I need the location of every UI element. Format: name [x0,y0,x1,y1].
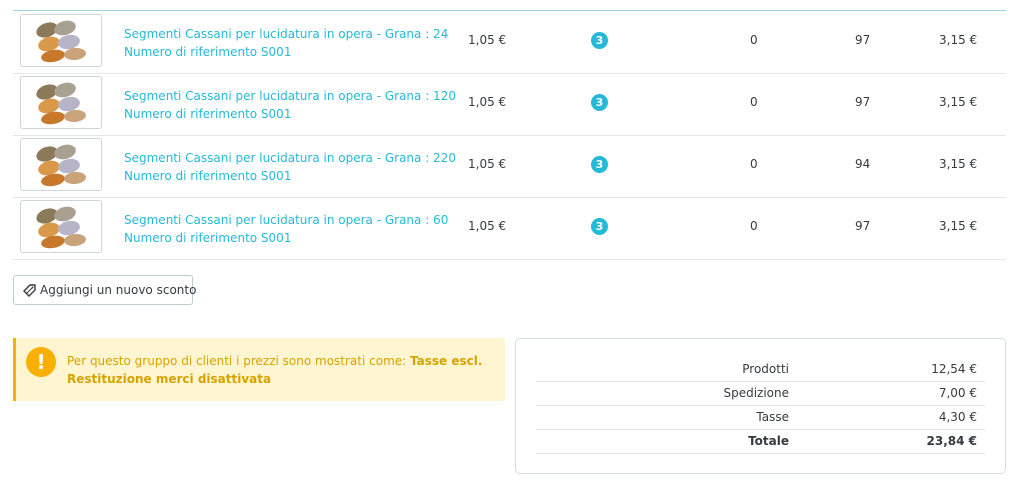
product-name-link[interactable]: Segmenti Cassani per lucidatura in opera… [124,149,456,185]
taxes-label: Tasse [756,410,789,424]
available-stock: 97 [855,219,871,233]
product-reference[interactable]: Numero di riferimento S001 [124,167,454,185]
table-row: Segmenti Cassani per lucidatura in opera… [13,11,1006,74]
product-image [36,82,86,125]
add-discount-button[interactable]: Aggiungi un nuovo sconto [13,275,197,305]
order-summary-panel: Prodotti 12,54 € Spedizione 7,00 € Tasse… [515,338,1006,474]
product-name-link[interactable]: Segmenti Cassani per lucidatura in opera… [124,25,454,61]
product-name-link[interactable]: Segmenti Cassani per lucidatura in opera… [124,211,454,247]
returned-quantity: 0 [750,157,758,171]
unit-price: 1,05 € [468,95,507,109]
products-value: 12,54 € [931,362,977,376]
row-total: 3,15 € [939,33,978,47]
product-thumbnail[interactable] [20,76,102,129]
product-name[interactable]: Segmenti Cassani per lucidatura in opera… [124,149,456,167]
quantity-badge: 3 [591,94,608,111]
product-thumbnail[interactable] [20,138,102,191]
row-total: 3,15 € [939,157,978,171]
returned-quantity: 0 [750,33,758,47]
table-row: Segmenti Cassani per lucidatura in opera… [13,73,1006,136]
product-thumbnail[interactable] [20,14,102,67]
table-row: Segmenti Cassani per lucidatura in opera… [13,197,1006,260]
unit-price: 1,05 € [468,219,507,233]
product-reference[interactable]: Numero di riferimento S001 [124,43,454,61]
tag-icon [23,284,36,297]
product-reference[interactable]: Numero di riferimento S001 [124,105,454,123]
summary-row-taxes: Tasse 4,30 € [536,405,985,430]
total-value: 23,84 € [926,434,977,448]
quantity-badge: 3 [591,156,608,173]
available-stock: 97 [855,95,871,109]
row-total: 3,15 € [939,95,978,109]
summary-row-products: Prodotti 12,54 € [536,357,985,382]
returned-quantity: 0 [750,219,758,233]
product-image [36,20,86,63]
product-name-link[interactable]: Segmenti Cassani per lucidatura in opera… [124,87,456,123]
warning-icon: ! [26,347,56,377]
product-reference[interactable]: Numero di riferimento S001 [124,229,454,247]
alert-text-prefix: Per questo gruppo di clienti i prezzi so… [67,354,410,368]
product-name[interactable]: Segmenti Cassani per lucidatura in opera… [124,25,454,43]
shipping-value: 7,00 € [938,386,977,400]
product-image [36,206,86,249]
product-thumbnail[interactable] [20,200,102,253]
product-name[interactable]: Segmenti Cassani per lucidatura in opera… [124,211,454,229]
quantity-badge: 3 [591,32,608,49]
products-label: Prodotti [742,362,789,376]
product-name[interactable]: Segmenti Cassani per lucidatura in opera… [124,87,456,105]
returned-quantity: 0 [750,95,758,109]
quantity-badge: 3 [591,218,608,235]
summary-row-shipping: Spedizione 7,00 € [536,381,985,406]
alert-text: Per questo gruppo di clienti i prezzi so… [67,352,497,388]
unit-price: 1,05 € [468,33,507,47]
unit-price: 1,05 € [468,157,507,171]
add-discount-label: Aggiungi un nuovo sconto [40,283,197,297]
table-row: Segmenti Cassani per lucidatura in opera… [13,135,1006,198]
shipping-label: Spedizione [723,386,789,400]
taxes-value: 4,30 € [938,410,977,424]
total-label: Totale [748,434,789,448]
alert-text-bold: Tasse escl. [410,354,483,368]
available-stock: 94 [855,157,871,171]
available-stock: 97 [855,33,871,47]
alert-line2: Restituzione merci disattivata [67,372,272,386]
product-image [36,144,86,187]
row-total: 3,15 € [939,219,978,233]
summary-row-total: Totale 23,84 € [536,429,985,454]
price-display-alert: ! Per questo gruppo di clienti i prezzi … [13,338,505,401]
